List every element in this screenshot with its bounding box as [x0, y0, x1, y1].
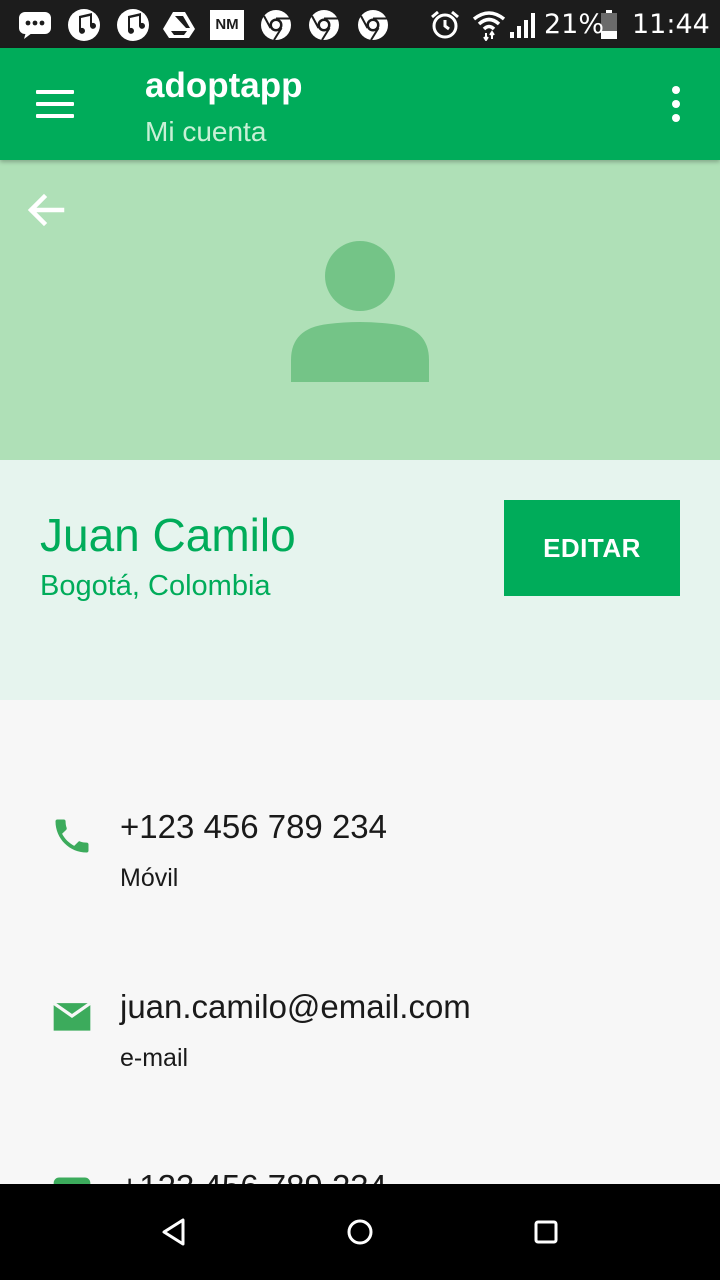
- recents-square-icon: [534, 1220, 558, 1244]
- chrome-icon: [259, 8, 293, 42]
- avatar[interactable]: [288, 240, 432, 382]
- home-circle-icon: [347, 1219, 373, 1245]
- signal-icon: [506, 8, 540, 42]
- app-title: adoptapp: [145, 66, 303, 105]
- back-triangle-icon: [162, 1218, 185, 1246]
- battery-icon: [598, 8, 620, 42]
- contact-value: juan.camilo@email.com: [120, 988, 471, 1025]
- contact-item-phone[interactable]: +123 456 789 234 Móvil: [0, 808, 720, 928]
- contact-value: +123 456 789 234: [120, 1168, 387, 1184]
- messenger-icon: [18, 8, 52, 42]
- chrome-icon: [307, 8, 341, 42]
- back-nav-button[interactable]: [154, 1212, 194, 1252]
- more-vert-icon: [672, 86, 680, 94]
- person-icon: [291, 241, 429, 382]
- wifi-icon: [472, 8, 506, 42]
- phone-icon: [50, 814, 94, 858]
- app-subtitle: Mi cuenta: [145, 116, 267, 147]
- profile-info: Juan Camilo Bogotá, Colombia EDITAR: [0, 460, 720, 700]
- battery-percent: 21%: [544, 9, 605, 40]
- profile-name: Juan Camilo: [40, 509, 296, 561]
- contact-type: Móvil: [120, 864, 179, 892]
- email-icon: [50, 994, 94, 1038]
- menu-button[interactable]: [26, 78, 78, 130]
- contact-item-email[interactable]: juan.camilo@email.com e-mail: [0, 988, 720, 1108]
- chrome-icon: [356, 8, 390, 42]
- home-nav-button[interactable]: [340, 1212, 380, 1252]
- alarm-icon: [428, 8, 462, 42]
- back-button[interactable]: [22, 186, 70, 234]
- profile-header: [0, 160, 720, 460]
- nm-icon: NM: [210, 8, 244, 42]
- recents-nav-button[interactable]: [526, 1212, 566, 1252]
- contact-value: +123 456 789 234: [120, 808, 388, 845]
- clock: 11:44: [632, 9, 710, 40]
- edit-button[interactable]: EDITAR: [504, 500, 680, 596]
- overflow-menu-button[interactable]: [660, 84, 692, 124]
- app-bar: adoptapp Mi cuenta: [0, 48, 720, 160]
- contact-item-message[interactable]: +123 456 789 234: [0, 1168, 720, 1184]
- music-icon: [116, 8, 150, 42]
- contact-list: +123 456 789 234 Móvil juan.camilo@email…: [0, 700, 720, 1184]
- contact-type: e-mail: [120, 1044, 189, 1072]
- arrow-back-icon: [27, 193, 65, 227]
- profile-location: Bogotá, Colombia: [40, 570, 271, 602]
- nm-label: NM: [210, 10, 244, 40]
- navigation-bar: [0, 1184, 720, 1280]
- status-bar: NM 21% 11:44: [0, 0, 720, 48]
- message-icon: [50, 1172, 94, 1184]
- music-icon: [67, 8, 101, 42]
- menu-icon: [36, 90, 74, 94]
- drive-icon: [162, 8, 196, 42]
